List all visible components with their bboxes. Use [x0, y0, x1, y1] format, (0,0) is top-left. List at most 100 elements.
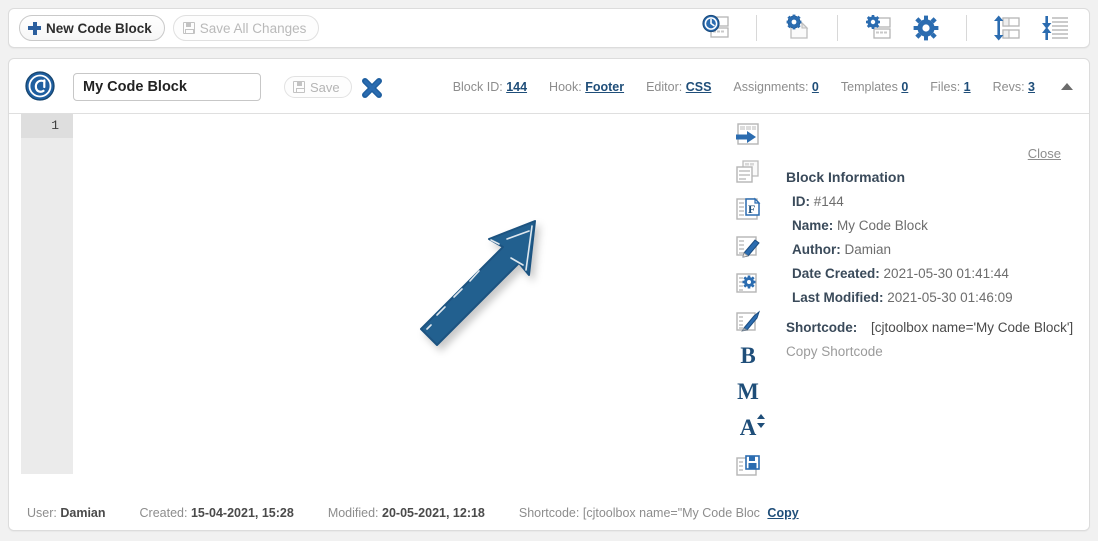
status-user-value: Damian	[60, 506, 106, 520]
minify-m-icon[interactable]: M	[737, 380, 759, 403]
meta-editor-value[interactable]: CSS	[686, 80, 712, 94]
info-date-created-label: Date Created:	[792, 266, 880, 281]
status-modified-label: Modified:	[327, 506, 379, 520]
top-toolbar: New Code Block Save All Changes	[8, 8, 1090, 48]
meta-templates-value[interactable]: 0	[901, 80, 908, 94]
meta-templates: Templates 0	[841, 80, 908, 94]
time-settings-icon[interactable]	[701, 13, 731, 43]
meta-assignments: Assignments: 0	[733, 80, 818, 94]
info-panel-heading: Block Information	[786, 169, 906, 185]
toolbar-divider-2	[837, 15, 838, 41]
toolbar-divider-3	[966, 15, 967, 41]
status-user-label: User:	[27, 506, 57, 520]
block-settings-icon[interactable]	[735, 270, 761, 296]
info-last-modified-value: 2021-05-30 01:46:09	[887, 290, 1013, 305]
meta-block-id-value[interactable]: 144	[506, 80, 527, 94]
info-author-value: Damian	[844, 242, 892, 257]
status-shortcode: Shortcode: [cjtoolbox name="My Code Bloc…	[519, 506, 799, 520]
floppy-disk-icon	[293, 81, 305, 93]
save-block-button[interactable]: Save	[284, 76, 352, 98]
meta-hook: Hook: Footer	[549, 80, 624, 94]
toolbar-divider-1	[756, 15, 757, 41]
meta-assignments-label: Assignments:	[733, 79, 809, 94]
duplicate-block-icon[interactable]	[735, 159, 761, 185]
block-tools-rail: F B M A	[727, 122, 769, 491]
meta-assignments-value[interactable]: 0	[812, 80, 819, 94]
expand-rows-icon[interactable]	[992, 13, 1022, 43]
font-size-icon[interactable]: A	[739, 414, 766, 440]
meta-hook-label: Hook:	[549, 79, 582, 94]
line-number: 1	[21, 114, 73, 138]
copy-shortcode-link[interactable]: Copy	[767, 506, 798, 520]
info-id-value: #144	[813, 194, 844, 209]
close-block-icon[interactable]	[361, 77, 383, 99]
edit-pencil-icon[interactable]	[735, 233, 761, 259]
collapse-rows-icon[interactable]	[1040, 13, 1070, 43]
collapse-panel-chevron-up-icon[interactable]	[1061, 83, 1073, 90]
new-code-block-label: New Code Block	[46, 20, 152, 36]
info-row-shortcode: Shortcode: [cjtoolbox name='My Code Bloc…	[786, 320, 1075, 335]
status-modified-value: 20-05-2021, 12:18	[382, 506, 485, 520]
meta-revs-label: Revs:	[992, 79, 1025, 94]
cjtoolbox-logo-icon	[25, 71, 55, 101]
code-editor-area[interactable]	[73, 114, 713, 474]
gear-pages-icon[interactable]	[782, 13, 812, 43]
gear-table-icon[interactable]	[863, 13, 893, 43]
editor-line-number-gutter: 1	[21, 114, 73, 474]
meta-files-value[interactable]: 1	[964, 80, 971, 94]
info-row-date-created: Date Created: 2021-05-30 01:41:44	[792, 266, 1075, 281]
info-name-label: Name:	[792, 218, 834, 233]
copy-shortcode-button[interactable]: Copy Shortcode	[786, 344, 1075, 359]
block-meta-row: Block ID: 144 Hook: Footer Editor: CSS A…	[431, 59, 1075, 114]
export-block-icon[interactable]	[735, 122, 761, 148]
paintbrush-icon[interactable]	[735, 307, 761, 333]
info-author-label: Author:	[792, 242, 841, 257]
info-row-last-modified: Last Modified: 2021-05-30 01:46:09	[792, 290, 1075, 305]
file-format-icon[interactable]: F	[735, 196, 761, 222]
new-code-block-button[interactable]: New Code Block	[19, 15, 165, 41]
status-user: User: Damian	[27, 506, 106, 520]
meta-editor: Editor: CSS	[646, 80, 711, 94]
info-row-author: Author: Damian	[792, 242, 1075, 257]
toolbar-right-group	[692, 9, 1079, 47]
save-block-label: Save	[310, 79, 340, 95]
block-body: 1 F B M A Close Block Information ID: #1…	[9, 114, 1089, 497]
save-all-changes-button[interactable]: Save All Changes	[172, 15, 320, 41]
status-created: Created: 15-04-2021, 15:28	[140, 506, 294, 520]
save-all-changes-label: Save All Changes	[199, 20, 307, 36]
info-name-value: My Code Block	[837, 218, 928, 233]
floppy-disk-icon	[182, 22, 195, 34]
meta-files-label: Files:	[930, 79, 961, 94]
meta-revs: Revs: 3	[993, 80, 1035, 94]
meta-hook-value[interactable]: Footer	[585, 80, 624, 94]
meta-block-id-label: Block ID:	[452, 79, 503, 94]
info-shortcode-value: [cjtoolbox name='My Code Block']	[871, 320, 1074, 335]
code-block-panel: Save Block ID: 144 Hook: Footer	[8, 58, 1090, 531]
meta-block-id: Block ID: 144	[453, 80, 527, 94]
block-header: Save Block ID: 144 Hook: Footer	[9, 59, 1089, 114]
bold-b-icon[interactable]: B	[740, 344, 755, 367]
toolbar-left-group: New Code Block Save All Changes	[19, 15, 320, 41]
info-row-name: Name: My Code Block	[792, 218, 1075, 233]
info-id-label: ID:	[792, 194, 810, 209]
block-name-input[interactable]	[73, 73, 261, 101]
status-shortcode-value: [cjtoolbox name="My Code Bloc	[582, 506, 760, 520]
meta-files: Files: 1	[930, 80, 970, 94]
plus-icon	[28, 21, 41, 35]
status-created-label: Created:	[139, 506, 188, 520]
info-last-modified-label: Last Modified:	[792, 290, 884, 305]
block-status-bar: User: Damian Created: 15-04-2021, 15:28 …	[9, 496, 1089, 530]
status-modified: Modified: 20-05-2021, 12:18	[328, 506, 485, 520]
info-shortcode-label: Shortcode:	[786, 320, 858, 335]
info-row-id: ID: #144	[792, 194, 1075, 209]
meta-templates-label: Templates	[840, 79, 898, 94]
status-created-value: 15-04-2021, 15:28	[190, 506, 294, 520]
svg-text:F: F	[748, 202, 755, 216]
meta-revs-value[interactable]: 3	[1028, 80, 1035, 94]
close-info-link[interactable]: Close	[1028, 146, 1061, 161]
save-file-icon[interactable]	[735, 454, 761, 480]
gear-icon[interactable]	[911, 13, 941, 43]
font-size-letter: A	[739, 415, 757, 440]
status-shortcode-label: Shortcode:	[518, 506, 580, 520]
info-date-created-value: 2021-05-30 01:41:44	[883, 266, 1009, 281]
